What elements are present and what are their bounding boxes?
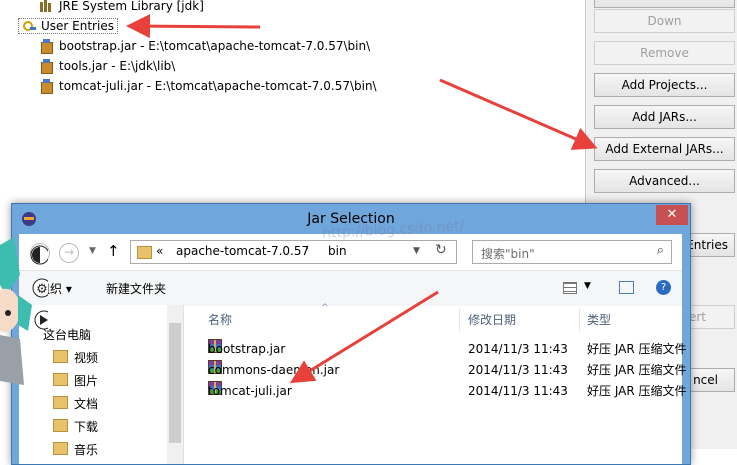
arrow-to-tomcat-juli [289,290,439,384]
arrow-to-user-entries [126,14,261,39]
arrow-to-add-external-jars [439,78,598,150]
annotation-arrows [126,14,598,384]
